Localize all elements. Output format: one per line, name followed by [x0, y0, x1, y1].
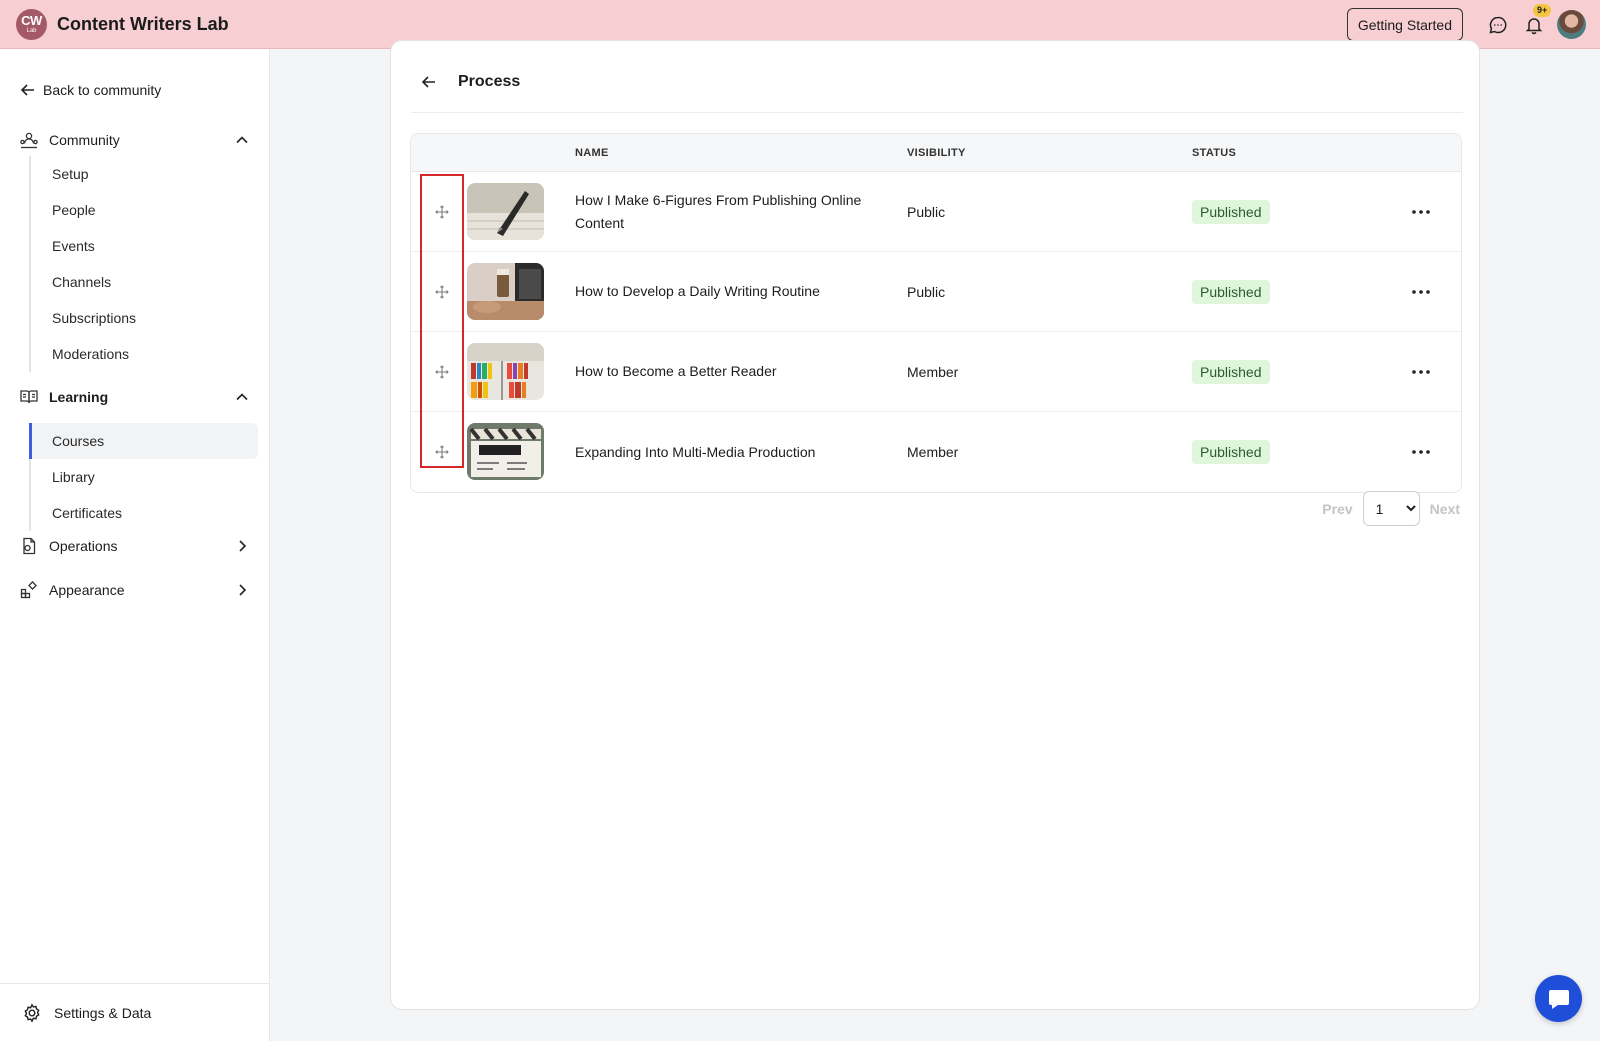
- table-header: NAME VISIBILITY STATUS: [411, 134, 1461, 172]
- sidebar-section-learning[interactable]: Learning: [18, 386, 250, 408]
- table-row[interactable]: How I Make 6-Figures From Publishing Onl…: [411, 172, 1461, 252]
- table-row[interactable]: How to Become a Better Reader Member Pub…: [411, 332, 1461, 412]
- drag-handle-icon[interactable]: [431, 281, 453, 303]
- sidebar-item-events[interactable]: Events: [31, 228, 258, 264]
- arrow-left-icon: [20, 84, 34, 96]
- chevron-up-icon[interactable]: [234, 389, 250, 405]
- sidebar-item-library[interactable]: Library: [31, 459, 258, 495]
- course-thumbnail-image[interactable]: [467, 343, 544, 400]
- table-row[interactable]: How to Develop a Daily Writing Routine P…: [411, 252, 1461, 332]
- logo-text: CW: [21, 13, 42, 28]
- sidebar-section-community[interactable]: Community: [18, 129, 250, 151]
- chevron-right-icon[interactable]: [234, 582, 250, 598]
- sidebar-item-channels[interactable]: Channels: [31, 264, 258, 300]
- sidebar-section-label: Community: [49, 132, 120, 148]
- settings-data-label: Settings & Data: [54, 1004, 152, 1021]
- operations-icon: [18, 535, 40, 557]
- status-badge: Published: [1192, 359, 1270, 384]
- back-arrow-icon[interactable]: [417, 70, 441, 94]
- community-icon: [18, 129, 40, 151]
- visibility-value: Public: [907, 283, 946, 300]
- drag-handle-icon[interactable]: [431, 441, 453, 463]
- column-header-status[interactable]: STATUS: [1192, 147, 1236, 159]
- appearance-icon: [18, 579, 40, 601]
- page-title: Process: [458, 72, 521, 90]
- back-to-community-label: Back to community: [43, 82, 162, 98]
- back-to-community-link[interactable]: Back to community: [20, 82, 161, 98]
- course-name[interactable]: How I Make 6-Figures From Publishing Onl…: [575, 189, 885, 235]
- more-options-icon[interactable]: [1409, 280, 1433, 304]
- more-options-icon[interactable]: [1409, 200, 1433, 224]
- notification-bell-icon[interactable]: 9+: [1523, 3, 1552, 36]
- lessons-table: NAME VISIBILITY STATUS How I Make 6-Figu…: [410, 133, 1462, 493]
- panel-header: Process: [411, 51, 1463, 113]
- sidebar-section-label: Appearance: [49, 582, 125, 598]
- more-options-icon[interactable]: [1409, 440, 1433, 464]
- drag-handle-icon[interactable]: [431, 361, 453, 383]
- community-submenu: Setup People Events Channels Subscriptio…: [29, 156, 258, 372]
- course-name[interactable]: How to Develop a Daily Writing Routine: [575, 280, 885, 303]
- sidebar-item-courses[interactable]: Courses: [29, 423, 258, 459]
- app-title[interactable]: Content Writers Lab: [57, 14, 229, 35]
- chevron-right-icon[interactable]: [234, 538, 250, 554]
- sidebar-item-certificates[interactable]: Certificates: [31, 495, 258, 531]
- sidebar-item-subscriptions[interactable]: Subscriptions: [31, 300, 258, 336]
- course-thumbnail-image[interactable]: [467, 423, 544, 480]
- status-badge: Published: [1192, 279, 1270, 304]
- visibility-value: Member: [907, 444, 959, 460]
- settings-data-link[interactable]: Settings & Data: [0, 983, 269, 1041]
- page-select[interactable]: 1: [1362, 491, 1420, 526]
- course-name[interactable]: How to Become a Better Reader: [575, 360, 885, 383]
- support-chat-button[interactable]: [1535, 975, 1582, 1022]
- logo-subtext: Lab: [26, 28, 37, 34]
- notification-badge: 9+: [1533, 3, 1552, 17]
- status-badge: Published: [1192, 440, 1270, 464]
- sidebar-item-moderations[interactable]: Moderations: [31, 336, 258, 372]
- course-thumbnail-image[interactable]: [467, 263, 544, 320]
- status-badge: Published: [1192, 199, 1270, 224]
- user-avatar[interactable]: [1557, 10, 1586, 39]
- drag-handle-icon[interactable]: [431, 201, 453, 223]
- sidebar-section-label: Operations: [49, 538, 118, 554]
- app-logo[interactable]: CW Lab: [16, 8, 47, 40]
- sidebar-section-appearance[interactable]: Appearance: [18, 579, 250, 601]
- table-row[interactable]: Expanding Into Multi-Media Production Me…: [411, 412, 1461, 492]
- more-options-icon[interactable]: [1409, 360, 1433, 384]
- chevron-up-icon[interactable]: [234, 132, 250, 148]
- sidebar-section-operations[interactable]: Operations: [18, 535, 250, 557]
- sidebar-item-setup[interactable]: Setup: [31, 156, 258, 192]
- chat-icon[interactable]: [1487, 14, 1509, 36]
- gear-icon: [24, 1002, 40, 1023]
- visibility-value: Public: [907, 203, 946, 220]
- column-header-name[interactable]: NAME: [575, 147, 609, 159]
- next-page-button[interactable]: Next: [1430, 501, 1460, 517]
- column-header-visibility[interactable]: VISIBILITY: [907, 147, 966, 159]
- sidebar-section-label: Learning: [49, 389, 109, 405]
- learning-submenu: Courses Library Certificates: [29, 423, 258, 531]
- course-panel: Process NAME VISIBILITY STATUS How I Mak…: [390, 40, 1480, 1010]
- visibility-value: Member: [907, 363, 959, 380]
- course-name[interactable]: Expanding Into Multi-Media Production: [575, 441, 885, 464]
- sidebar: Back to community Community Setup People…: [0, 49, 270, 1041]
- getting-started-button[interactable]: Getting Started: [1346, 8, 1463, 41]
- book-icon: [18, 386, 40, 408]
- pagination: Prev 1 Next: [1322, 491, 1460, 526]
- sidebar-item-people[interactable]: People: [31, 192, 258, 228]
- prev-page-button[interactable]: Prev: [1322, 501, 1352, 517]
- chat-bubble-icon: [1548, 989, 1569, 1009]
- course-thumbnail-image[interactable]: [467, 183, 544, 240]
